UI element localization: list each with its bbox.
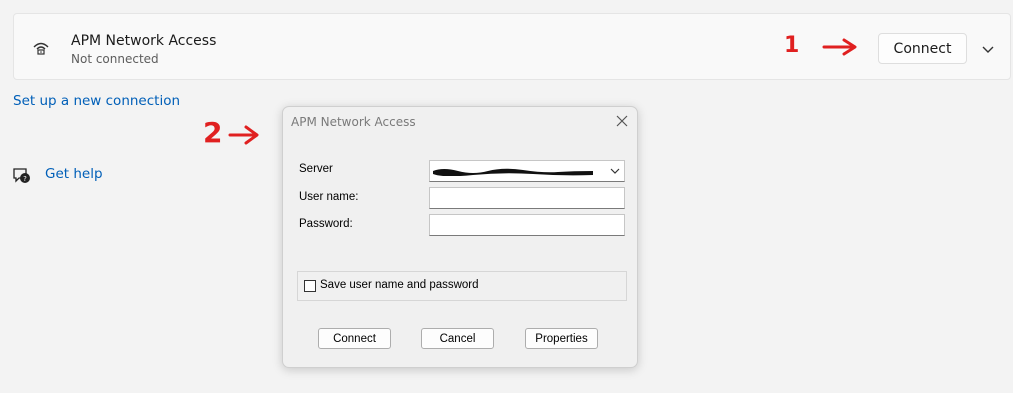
username-field[interactable] [429, 187, 625, 209]
server-select[interactable] [429, 160, 625, 182]
annotation-step-2: 2 [203, 116, 223, 149]
password-field[interactable] [429, 214, 625, 236]
chevron-down-icon [610, 168, 620, 174]
dialog-properties-button[interactable]: Properties [525, 328, 598, 349]
connect-button[interactable]: Connect [878, 33, 967, 64]
dialog-cancel-button[interactable]: Cancel [421, 328, 494, 349]
annotation-step-1: 1 [784, 33, 800, 58]
username-label: User name: [299, 191, 359, 203]
annotation-arrow-2 [228, 125, 259, 145]
server-label: Server [299, 163, 333, 175]
annotation-arrow-1 [822, 38, 857, 56]
save-credentials-label[interactable]: Save user name and password [320, 279, 479, 291]
vpn-connection-card[interactable]: APM Network Access Not connected 1 Conne… [13, 13, 1011, 80]
dialog-connect-button[interactable]: Connect [318, 328, 391, 349]
get-help-link[interactable]: Get help [45, 166, 103, 182]
save-credentials-group: Save user name and password [297, 271, 627, 301]
close-icon[interactable] [615, 114, 629, 128]
svg-text:?: ? [23, 175, 27, 183]
help-icon: ? [13, 168, 30, 183]
vpn-status: Not connected [71, 52, 159, 66]
setup-connection-link[interactable]: Set up a new connection [13, 93, 180, 109]
apm-login-dialog: APM Network Access Server User name: Pas… [282, 106, 638, 368]
chevron-down-icon[interactable] [980, 41, 996, 57]
save-credentials-checkbox[interactable] [304, 280, 316, 292]
dialog-title: APM Network Access [291, 115, 416, 129]
vpn-name: APM Network Access [71, 33, 217, 49]
password-label: Password: [299, 218, 353, 230]
redacted-server-value [433, 168, 593, 176]
vpn-network-icon [33, 42, 49, 55]
